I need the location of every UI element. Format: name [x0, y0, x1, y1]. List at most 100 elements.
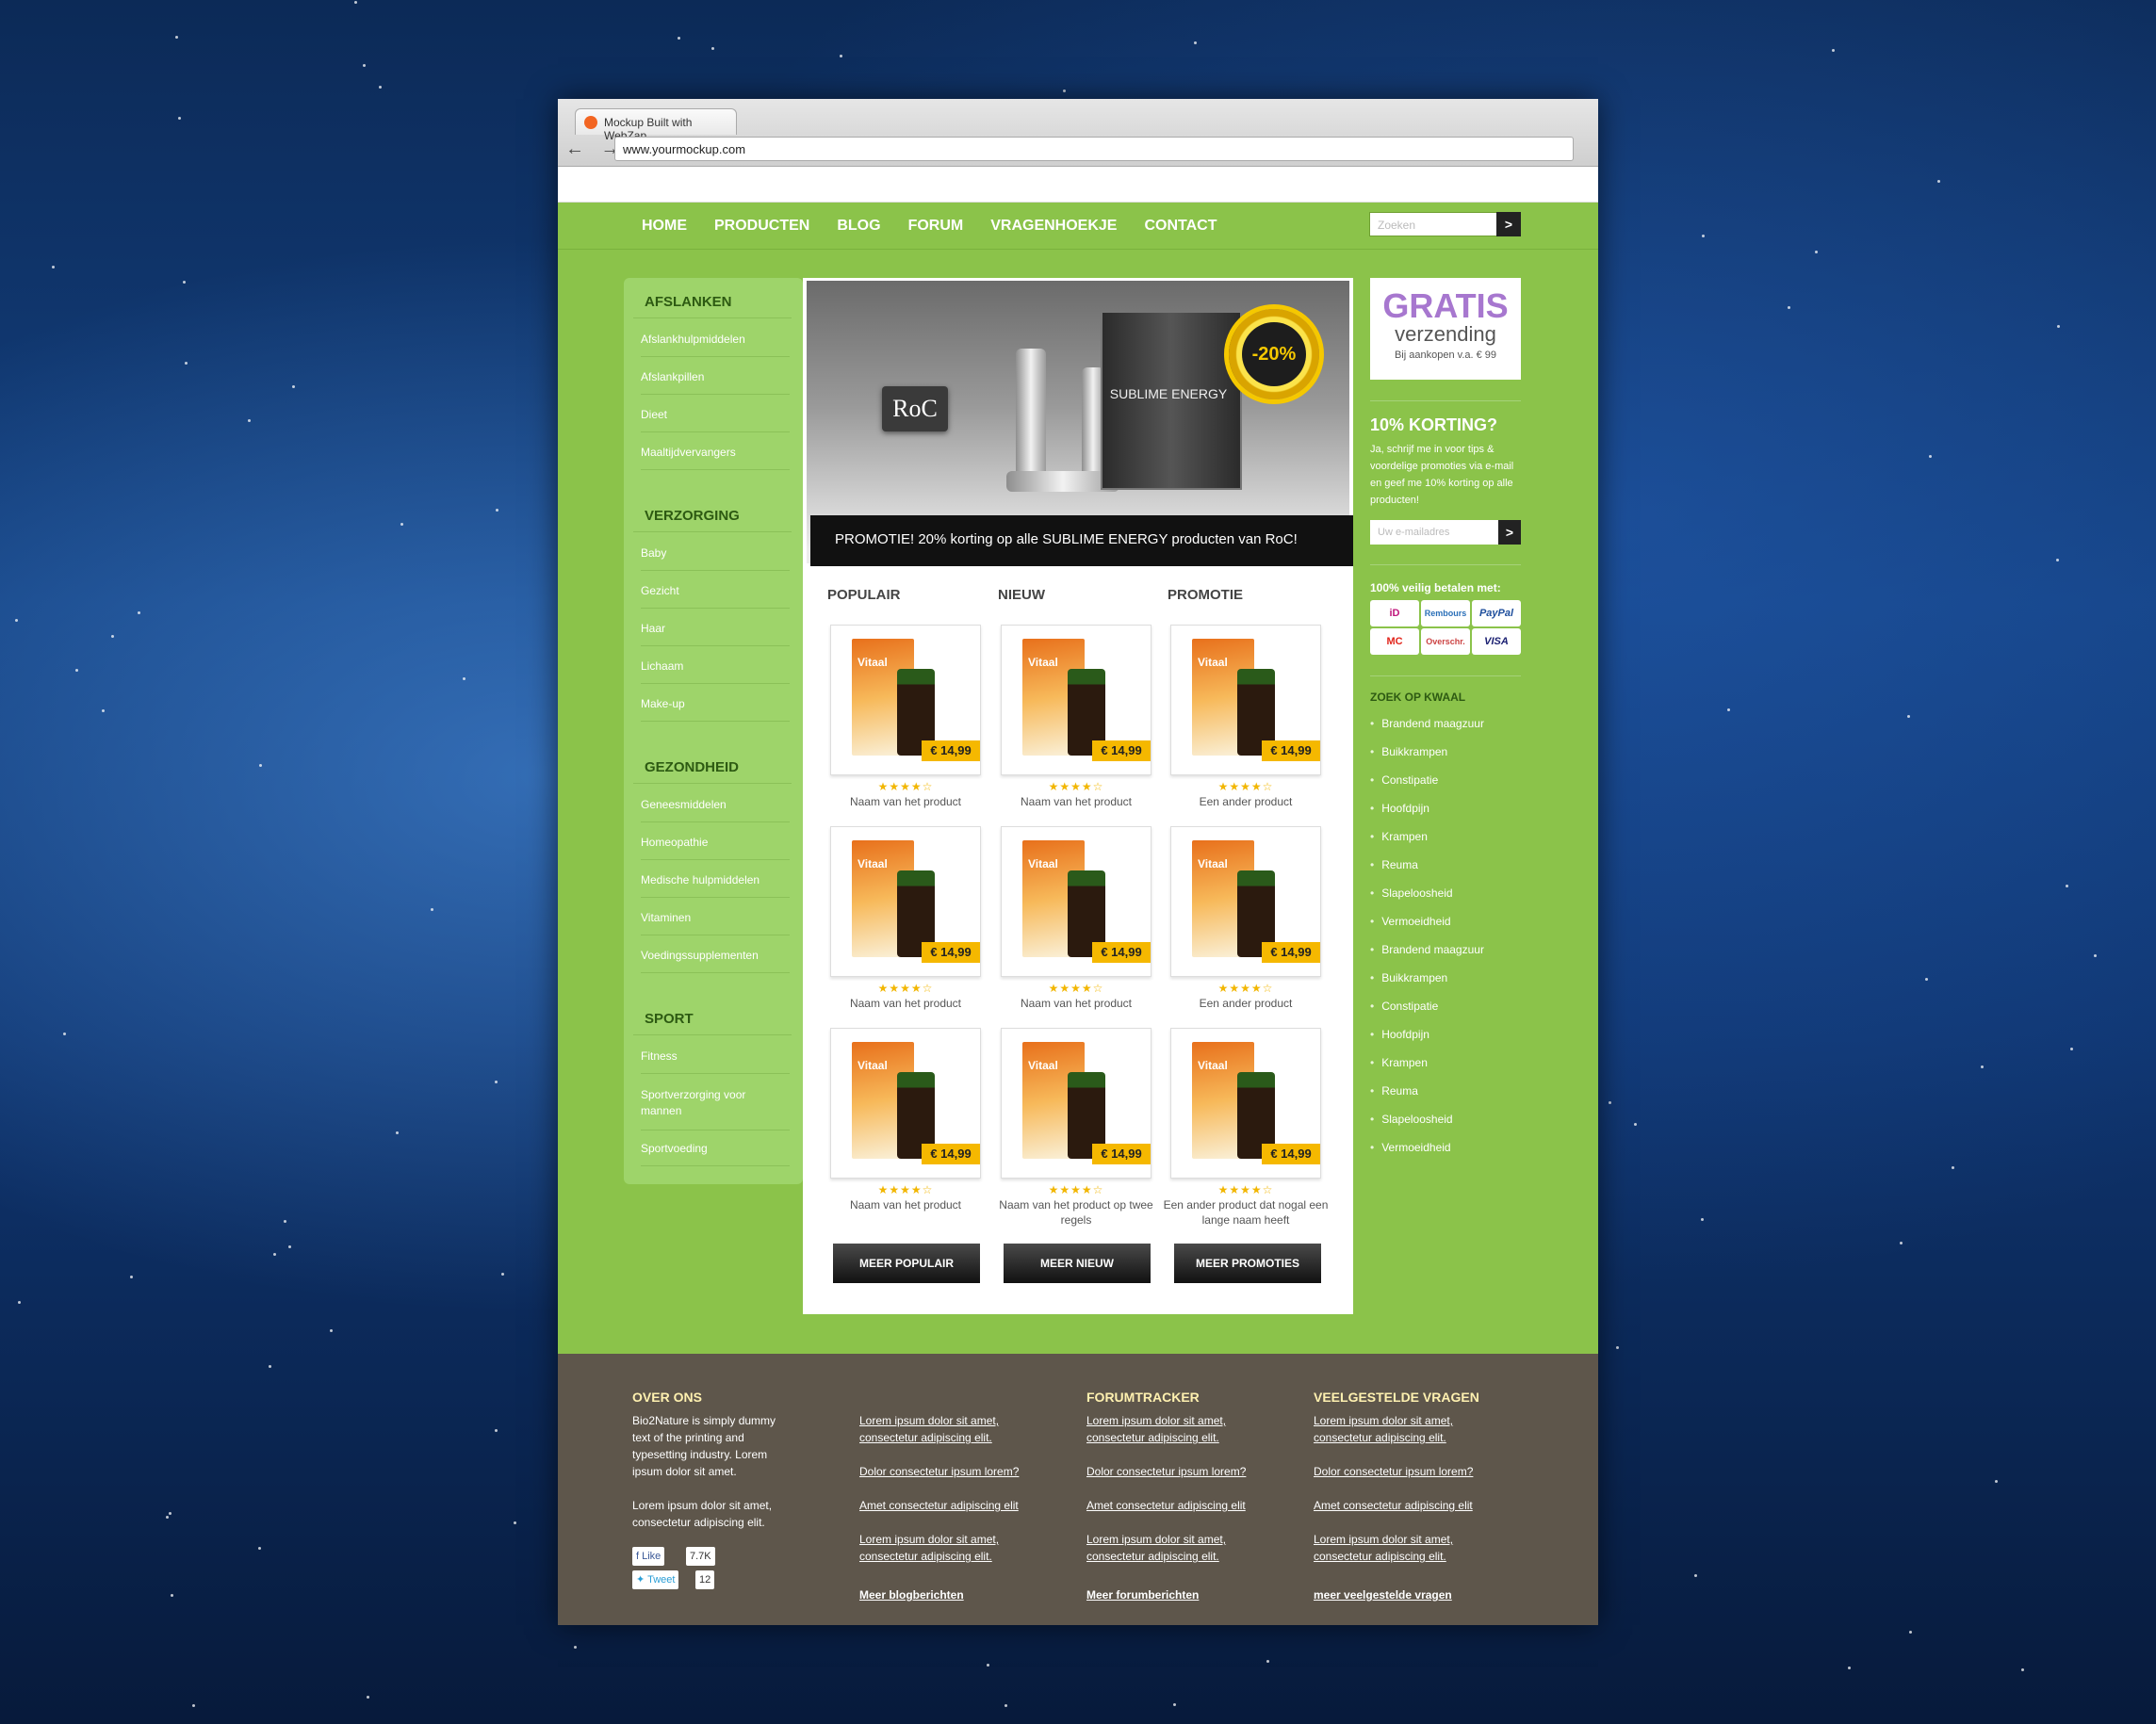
product-name[interactable]: Naam van het product	[991, 996, 1161, 1011]
sidebar-item[interactable]: Sportverzorging voor mannen	[641, 1087, 790, 1130]
footer-link[interactable]: Amet consectetur adipiscing elit	[1314, 1497, 1483, 1514]
nav-home[interactable]: HOME	[642, 218, 687, 235]
star-decoration	[840, 55, 842, 57]
kwaal-link[interactable]: Krampen	[1370, 1056, 1428, 1069]
nav-producten[interactable]: PRODUCTEN	[714, 218, 809, 235]
sidebar-item[interactable]: Sportvoeding	[641, 1142, 790, 1166]
sidebar-item[interactable]: Vitaminen	[641, 911, 790, 935]
sidebar-item[interactable]: Homeopathie	[641, 836, 790, 860]
sidebar-item[interactable]: Maaltijdvervangers	[641, 446, 790, 470]
kwaal-link[interactable]: Vermoeidheid	[1370, 1141, 1450, 1154]
search-button[interactable]: >	[1496, 212, 1521, 236]
browser-window: Mockup Built with WebZap ← → www.yourmoc…	[558, 99, 1598, 1625]
product-card[interactable]: Vitaal € 14,99	[1001, 826, 1152, 977]
search-input[interactable]: Zoeken	[1369, 212, 1499, 236]
product-name[interactable]: Naam van het product	[991, 794, 1161, 809]
sidebar-item[interactable]: Baby	[641, 546, 790, 571]
kwaal-link[interactable]: Slapeloosheid	[1370, 886, 1452, 900]
kwaal-link[interactable]: Reuma	[1370, 1084, 1418, 1098]
product-name[interactable]: Een ander product dat nogal een lange na…	[1161, 1197, 1331, 1228]
kwaal-link[interactable]: Hoofdpijn	[1370, 802, 1429, 815]
kwaal-link[interactable]: Constipatie	[1370, 1000, 1438, 1013]
product-card[interactable]: Vitaal € 14,99	[1170, 1028, 1321, 1179]
kwaal-link[interactable]: Hoofdpijn	[1370, 1028, 1429, 1041]
meer-nieuw-button[interactable]: MEER NIEUW	[1004, 1244, 1151, 1283]
sidebar-item[interactable]: Medische hulpmiddelen	[641, 873, 790, 898]
free-shipping-box[interactable]: GRATIS verzending Bij aankopen v.a. € 99	[1370, 278, 1521, 380]
category-title-verzorging[interactable]: VERZORGING	[645, 508, 740, 524]
product-card[interactable]: Vitaal € 14,99	[1170, 826, 1321, 977]
footer-link[interactable]: Lorem ipsum dolor sit amet, consectetur …	[1086, 1412, 1256, 1446]
product-card[interactable]: Vitaal € 14,99	[830, 1028, 981, 1179]
footer-link[interactable]: Dolor consectetur ipsum lorem?	[859, 1463, 1029, 1480]
nav-vragenhoekje[interactable]: VRAGENHOEKJE	[990, 218, 1117, 235]
product-name[interactable]: Een ander product	[1161, 996, 1331, 1011]
footer-link[interactable]: Lorem ipsum dolor sit amet, consectetur …	[859, 1531, 1029, 1565]
promo-banner[interactable]: RoC SUBLIME ENERGY -20% PROMOTIE! 20% ko…	[807, 281, 1353, 566]
star-decoration	[1832, 49, 1835, 52]
product-name[interactable]: Naam van het product	[821, 794, 990, 809]
email-submit-button[interactable]: >	[1498, 520, 1521, 545]
meer-populair-button[interactable]: MEER POPULAIR	[833, 1244, 980, 1283]
category-title-gezondheid[interactable]: GEZONDHEID	[645, 759, 739, 775]
facebook-like-button[interactable]: f Like	[632, 1547, 665, 1566]
product-name[interactable]: Naam van het product	[821, 1197, 990, 1212]
kwaal-link[interactable]: Constipatie	[1370, 773, 1438, 787]
sidebar-item[interactable]: Gezicht	[641, 584, 790, 609]
like-label: Like	[642, 1551, 662, 1562]
transfer-icon: Overschr.	[1421, 628, 1470, 655]
footer-link[interactable]: Lorem ipsum dolor sit amet, consectetur …	[1086, 1531, 1256, 1565]
footer-link[interactable]: Amet consectetur adipiscing elit	[859, 1497, 1029, 1514]
star-decoration	[330, 1329, 333, 1332]
footer-more-link[interactable]: Meer blogberichten	[859, 1588, 964, 1602]
kwaal-link[interactable]: Vermoeidheid	[1370, 915, 1450, 928]
footer-link[interactable]: Amet consectetur adipiscing elit	[1086, 1497, 1256, 1514]
sidebar-item[interactable]: Dieet	[641, 408, 790, 432]
kwaal-link[interactable]: Slapeloosheid	[1370, 1113, 1452, 1126]
sidebar-item[interactable]: Haar	[641, 622, 790, 646]
address-bar[interactable]: www.yourmockup.com	[614, 137, 1574, 161]
kwaal-link[interactable]: Brandend maagzuur	[1370, 717, 1484, 730]
product-name[interactable]: Naam van het product op twee regels	[991, 1197, 1161, 1228]
footer-more-link[interactable]: Meer forumberichten	[1086, 1588, 1199, 1602]
product-card[interactable]: Vitaal € 14,99	[1170, 625, 1321, 775]
sidebar-item[interactable]: Make-up	[641, 697, 790, 722]
browser-tab[interactable]: Mockup Built with WebZap	[575, 108, 737, 142]
product-name[interactable]: Een ander product	[1161, 794, 1331, 809]
sidebar-item[interactable]: Voedingssupplementen	[641, 949, 790, 973]
sidebar-item[interactable]: Afslankhulpmiddelen	[641, 333, 790, 357]
product-card[interactable]: Vitaal € 14,99	[1001, 1028, 1152, 1179]
kwaal-link[interactable]: Brandend maagzuur	[1370, 943, 1484, 956]
product-card[interactable]: Vitaal € 14,99	[830, 826, 981, 977]
star-decoration	[495, 1081, 498, 1083]
meer-promoties-button[interactable]: MEER PROMOTIES	[1174, 1244, 1321, 1283]
sidebar-item[interactable]: Geneesmiddelen	[641, 798, 790, 822]
sidebar-item[interactable]: Lichaam	[641, 659, 790, 684]
sidebar-item[interactable]: Afslankpillen	[641, 370, 790, 395]
product-card[interactable]: Vitaal € 14,99	[1001, 625, 1152, 775]
nav-contact[interactable]: CONTACT	[1144, 218, 1217, 235]
nav-blog[interactable]: BLOG	[837, 218, 880, 235]
footer-link[interactable]: Lorem ipsum dolor sit amet, consectetur …	[859, 1412, 1029, 1446]
product-card[interactable]: Vitaal € 14,99	[830, 625, 981, 775]
product-name[interactable]: Naam van het product	[821, 996, 990, 1011]
email-input[interactable]: Uw e-mailadres	[1370, 520, 1498, 545]
star-decoration	[1900, 1242, 1903, 1244]
category-title-afslanken[interactable]: AFSLANKEN	[645, 294, 732, 310]
footer-link[interactable]: Lorem ipsum dolor sit amet, consectetur …	[1314, 1531, 1483, 1565]
kwaal-link[interactable]: Krampen	[1370, 830, 1428, 843]
footer-link[interactable]: Lorem ipsum dolor sit amet, consectetur …	[1314, 1412, 1483, 1446]
star-decoration	[363, 64, 366, 67]
category-title-sport[interactable]: SPORT	[645, 1011, 694, 1027]
tweet-button[interactable]: ✦ Tweet	[632, 1570, 679, 1589]
footer-link[interactable]: Dolor consectetur ipsum lorem?	[1314, 1463, 1483, 1480]
footer-link[interactable]: Dolor consectetur ipsum lorem?	[1086, 1463, 1256, 1480]
korting-title: 10% KORTING?	[1370, 415, 1498, 434]
section-title-populair: POPULAIR	[827, 587, 901, 603]
footer-more-link[interactable]: meer veelgestelde vragen	[1314, 1588, 1452, 1602]
kwaal-link[interactable]: Buikkrampen	[1370, 971, 1447, 984]
sidebar-item[interactable]: Fitness	[641, 1049, 790, 1074]
nav-forum[interactable]: FORUM	[908, 218, 964, 235]
kwaal-link[interactable]: Reuma	[1370, 858, 1418, 871]
kwaal-link[interactable]: Buikkrampen	[1370, 745, 1447, 758]
